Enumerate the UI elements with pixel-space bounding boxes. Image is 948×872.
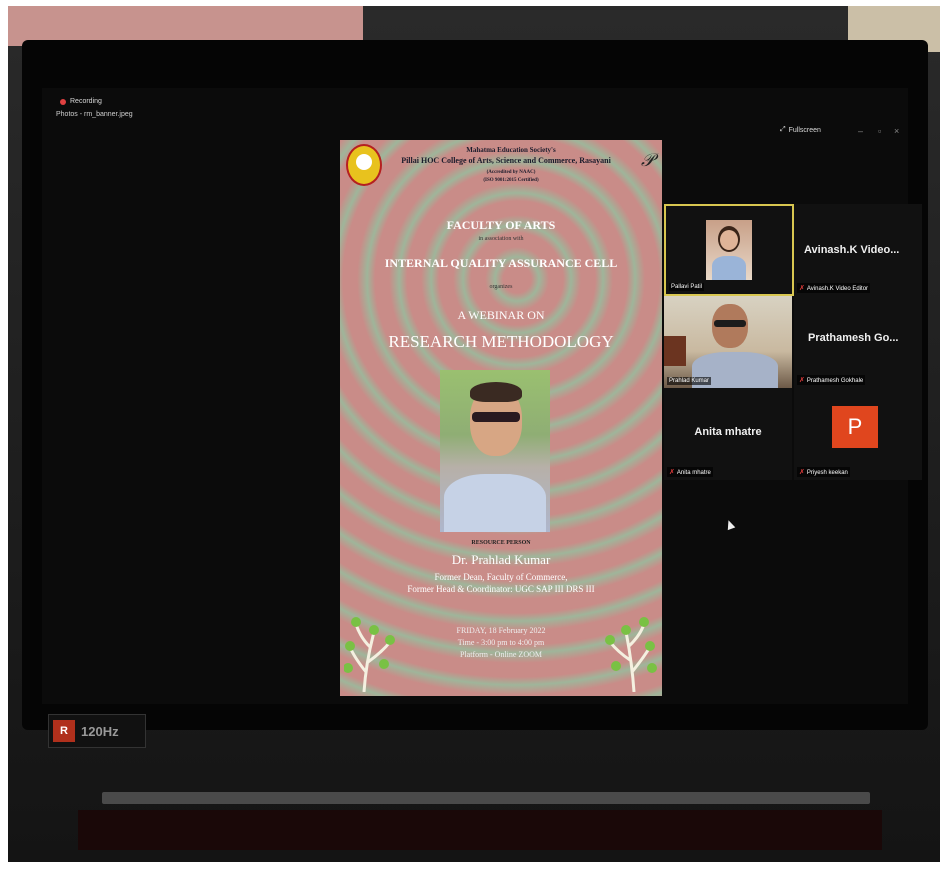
participant-name: ✗ Avinash.K Video Editor <box>797 283 871 293</box>
iso-cert: (ISO 9001:2015 Certified) <box>483 178 539 183</box>
college-name: Pillai HOC College of Arts, Science and … <box>401 156 611 165</box>
brand-logo: R <box>53 720 75 742</box>
speaker-name: Dr. Prahlad Kumar <box>451 552 551 567</box>
fullscreen-button[interactable]: ⤢ Fullscreen <box>780 126 821 134</box>
iqac-heading: INTERNAL QUALITY ASSURANCE CELL <box>384 256 618 270</box>
restore-icon[interactable]: ▫ <box>878 126 881 136</box>
participant-display-name: Prathamesh Go... <box>808 332 899 344</box>
association-text: in association with <box>478 236 524 242</box>
participant-name: Prahlad Kumar <box>667 377 712 385</box>
participant-name: ✗ Prathamesh Gokhale <box>797 375 866 385</box>
participant-tile[interactable]: Avinash.K Video... ✗ Avinash.K Video Edit… <box>794 204 922 296</box>
participant-avatar: P <box>832 406 878 448</box>
participant-tile[interactable]: P ✗ Priyesh keekan <box>794 388 922 480</box>
participant-tile[interactable]: Pallavi Patil <box>664 204 794 296</box>
minimize-icon[interactable]: – <box>858 126 863 136</box>
society-name: Mahatma Education Society's <box>466 146 556 154</box>
plant-left-icon <box>344 617 395 692</box>
participant-display-name: Avinash.K Video... <box>804 244 900 256</box>
accreditation: (Accredited by NAAC) <box>486 170 536 175</box>
muted-mic-icon: ✗ <box>799 377 805 384</box>
participant-name: ✗ Anita mhatre <box>667 467 713 477</box>
signature-logo: 𝒫 <box>641 150 654 170</box>
expand-icon: ⤢ <box>780 126 786 133</box>
video-feed <box>706 220 752 280</box>
laptop-hinge <box>102 792 870 804</box>
speaker-photo <box>440 370 550 532</box>
shared-file-title: Photos - rm_banner.jpeg <box>56 111 133 118</box>
participant-display-name: Anita mhatre <box>694 426 762 438</box>
mouse-cursor-icon <box>724 518 736 531</box>
shared-poster: 𝒫 Mahatma Education Society's Pillai HOC… <box>340 140 662 696</box>
refresh-rate-badge: R 120Hz <box>48 714 146 748</box>
video-feed <box>664 296 792 388</box>
resource-label: RESOURCE PERSON <box>471 540 531 546</box>
muted-mic-icon: ✗ <box>799 469 805 476</box>
photo-frame: Recording Photos - rm_banner.jpeg ⤢ Full… <box>8 6 940 862</box>
topic-heading: RESEARCH METHODOLOGY <box>388 332 614 351</box>
college-logo <box>346 144 382 186</box>
participant-name: Pallavi Patil <box>669 283 705 291</box>
participant-tile[interactable]: Anita mhatre ✗ Anita mhatre <box>664 388 792 480</box>
close-icon[interactable]: × <box>894 126 899 136</box>
participant-name: ✗ Priyesh keekan <box>797 467 850 477</box>
zoom-screen: Recording Photos - rm_banner.jpeg ⤢ Full… <box>42 88 922 704</box>
webinar-heading: A WEBINAR ON <box>457 308 545 322</box>
muted-mic-icon: ✗ <box>799 285 805 292</box>
refresh-rate-label: 120Hz <box>81 723 119 739</box>
fullscreen-label: Fullscreen <box>788 126 821 134</box>
participant-tile[interactable]: Prahlad Kumar <box>664 296 792 388</box>
participant-tile[interactable]: Prathamesh Go... ✗ Prathamesh Gokhale <box>794 296 922 388</box>
muted-mic-icon: ✗ <box>669 469 675 476</box>
speaker-role-2: Former Head & Coordinator: UGC SAP III D… <box>407 584 595 594</box>
speaker-role-1: Former Dean, Faculty of Commerce, <box>434 572 568 582</box>
record-dot-icon <box>60 98 66 105</box>
recording-label: Recording <box>70 98 102 105</box>
laptop-base <box>78 810 882 850</box>
organizes-text: organizes <box>489 284 513 290</box>
recording-indicator: Recording <box>60 98 102 105</box>
plant-right-icon <box>605 617 657 692</box>
faculty-heading: FACULTY OF ARTS <box>446 218 556 232</box>
